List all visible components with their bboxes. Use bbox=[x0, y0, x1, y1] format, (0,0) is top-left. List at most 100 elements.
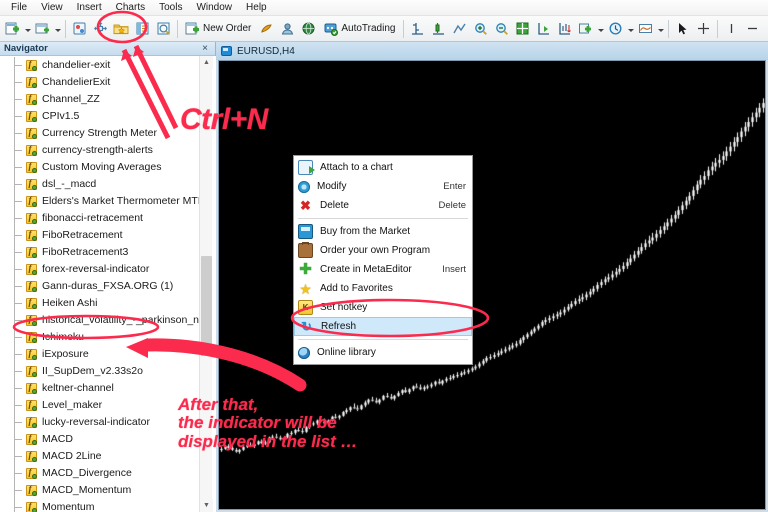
tree-elbow bbox=[14, 473, 22, 474]
auto-scroll-button[interactable] bbox=[554, 18, 575, 39]
navigator-item-momentum[interactable]: Momentum bbox=[0, 499, 200, 512]
navigator-item-ii-supdem-v2-33s2o[interactable]: II_SupDem_v2.33s2o bbox=[0, 363, 200, 380]
profiles-button[interactable] bbox=[32, 18, 53, 39]
menu-item-file[interactable]: File bbox=[4, 0, 34, 16]
menu-item-window[interactable]: Window bbox=[189, 0, 239, 16]
autotrading-button[interactable]: AutoTrading bbox=[319, 18, 400, 39]
navigator-item-macd-2line[interactable]: MACD 2Line bbox=[0, 448, 200, 465]
navigator-item-dsl-macd[interactable]: dsl_-_macd bbox=[0, 176, 200, 193]
navigator-item-label: currency-strength-alerts bbox=[42, 144, 153, 156]
vertical-line-button[interactable] bbox=[721, 18, 742, 39]
tree-line bbox=[14, 499, 15, 512]
data-window-button[interactable] bbox=[90, 18, 111, 39]
profiles-dropdown[interactable] bbox=[53, 18, 62, 39]
navigator-item-elders-s-market-thermometer-mtf[interactable]: Elders's Market Thermometer MTF bbox=[0, 193, 204, 210]
data-window-icon bbox=[93, 21, 107, 35]
navigator-scrollbar[interactable]: ▲ ▼ bbox=[199, 56, 213, 512]
menu-item-charts[interactable]: Charts bbox=[109, 0, 152, 16]
timeframes-button[interactable] bbox=[605, 18, 626, 39]
new-chart-dropdown[interactable] bbox=[23, 18, 32, 39]
templates-dropdown[interactable] bbox=[656, 18, 665, 39]
navigator-item-level-maker[interactable]: Level_maker bbox=[0, 397, 200, 414]
chart-titlebar[interactable]: EURUSD,H4 bbox=[216, 42, 768, 60]
navigator-item-historical-volatility-parkinson-nr[interactable]: historical_volatility_-_parkinson_nr bbox=[0, 312, 203, 329]
zoom-in-button[interactable] bbox=[470, 18, 491, 39]
indicators-dropdown[interactable] bbox=[596, 18, 605, 39]
context-menu-separator bbox=[298, 339, 468, 340]
navigator-item-label: MACD bbox=[42, 433, 73, 445]
navigator-item-forex-reversal-indicator[interactable]: forex-reversal-indicator bbox=[0, 261, 200, 278]
new-order-button[interactable]: New Order bbox=[181, 18, 256, 39]
bar-chart-button[interactable] bbox=[407, 18, 428, 39]
zoom-out-button[interactable] bbox=[491, 18, 512, 39]
context-menu-item-set-hotkey[interactable]: K Set hotkey bbox=[294, 298, 472, 317]
context-menu-item-order-your-own-program[interactable]: Order your own Program bbox=[294, 241, 472, 260]
context-menu-item-add-to-favorites[interactable]: ★ Add to Favorites bbox=[294, 279, 472, 298]
expert-advisors-button[interactable] bbox=[277, 18, 298, 39]
context-menu-item-refresh[interactable]: ↻ Refresh bbox=[294, 317, 472, 336]
navigator-button[interactable] bbox=[111, 18, 132, 39]
candlestick-chart-button[interactable] bbox=[428, 18, 449, 39]
mql5-community-button[interactable] bbox=[298, 18, 319, 39]
custom-indicator-icon bbox=[26, 365, 37, 377]
crosshair-button[interactable] bbox=[693, 18, 714, 39]
scroll-up-arrow[interactable]: ▲ bbox=[200, 56, 213, 69]
templates-button[interactable] bbox=[635, 18, 656, 39]
context-menu-item-delete[interactable]: ✖ Delete Delete bbox=[294, 196, 472, 215]
line-chart-button[interactable] bbox=[449, 18, 470, 39]
market-watch-button[interactable] bbox=[69, 18, 90, 39]
navigator-item-gann-duras-fxsa-org-1[interactable]: Gann-duras_FXSA.ORG (1) bbox=[0, 278, 200, 295]
close-icon[interactable]: × bbox=[199, 43, 211, 54]
navigator-item-fiboretracement3[interactable]: FiboRetracement3 bbox=[0, 244, 200, 261]
custom-indicator-icon bbox=[26, 212, 37, 224]
navigator-item-fibonacci-retracement[interactable]: fibonacci-retracement bbox=[0, 210, 200, 227]
navigator-item-custom-moving-averages[interactable]: Custom Moving Averages bbox=[0, 159, 200, 176]
navigator-item-currency-strength-meter[interactable]: Currency Strength Meter bbox=[0, 125, 200, 142]
new-chart-button[interactable] bbox=[2, 18, 23, 39]
tree-elbow bbox=[14, 167, 22, 168]
custom-indicator-icon bbox=[26, 161, 37, 173]
navigator-item-keltner-channel[interactable]: keltner-channel bbox=[0, 380, 200, 397]
scroll-down-arrow[interactable]: ▼ bbox=[200, 499, 213, 512]
navigator-item-chandelierexit[interactable]: ChandelierExit bbox=[0, 74, 200, 91]
new-chart-icon bbox=[5, 22, 19, 34]
navigator-item-label: historical_volatility_-_parkinson_nr bbox=[42, 314, 203, 326]
context-menu-item-create-in-metaeditor[interactable]: ✚ Create in MetaEditor Insert bbox=[294, 260, 472, 279]
metaeditor-button[interactable] bbox=[256, 18, 277, 39]
navigator-folder-icon bbox=[113, 24, 129, 34]
navigator-item-macd-divergence[interactable]: MACD_Divergence bbox=[0, 465, 200, 482]
context-menu-item-label: Modify bbox=[317, 181, 347, 192]
navigator-item-channel-zz[interactable]: Channel_ZZ bbox=[0, 91, 200, 108]
menu-item-insert[interactable]: Insert bbox=[70, 0, 109, 16]
navigator-item-fiboretracement[interactable]: FiboRetracement bbox=[0, 227, 200, 244]
strategy-tester-button[interactable] bbox=[153, 18, 174, 39]
navigator-item-macd[interactable]: MACD bbox=[0, 431, 200, 448]
terminal-button[interactable] bbox=[132, 18, 153, 39]
navigator-item-heiken-ashi[interactable]: Heiken Ashi bbox=[0, 295, 200, 312]
context-menu-item-attach-to-a-chart[interactable]: Attach to a chart bbox=[294, 158, 472, 177]
tile-windows-button[interactable] bbox=[512, 18, 533, 39]
navigator-item-macd-momentum[interactable]: MACD_Momentum bbox=[0, 482, 200, 499]
navigator-item-lucky-reversal-indicator[interactable]: lucky-reversal-indicator bbox=[0, 414, 200, 431]
navigator-titlebar: Navigator × bbox=[0, 42, 215, 56]
navigator-tree[interactable]: chandelier-exit ChandelierExit Channel_ZZ C… bbox=[0, 56, 216, 512]
navigator-item-currency-strength-alerts[interactable]: currency-strength-alerts bbox=[0, 142, 200, 159]
context-menu-item-online-library[interactable]: Online library bbox=[294, 343, 472, 362]
menu-item-view[interactable]: View bbox=[34, 0, 70, 16]
menu-item-tools[interactable]: Tools bbox=[152, 0, 189, 16]
horizontal-line-button[interactable] bbox=[742, 18, 763, 39]
custom-indicator-icon bbox=[26, 416, 37, 428]
context-menu-item-buy-from-the-market[interactable]: Buy from the Market bbox=[294, 222, 472, 241]
navigator-item-cpiv1-5[interactable]: CPIv1.5 bbox=[0, 108, 200, 125]
scrollbar-thumb[interactable] bbox=[201, 256, 212, 356]
navigator-item-ichimoku[interactable]: Ichimoku bbox=[0, 329, 200, 346]
navigator-context-menu[interactable]: Attach to a chart Modify Enter ✖ Delete Delet… bbox=[293, 155, 473, 365]
navigator-item-iexposure[interactable]: iExposure bbox=[0, 346, 200, 363]
indicators-button[interactable] bbox=[575, 18, 596, 39]
chart-shift-button[interactable] bbox=[533, 18, 554, 39]
context-menu-item-modify[interactable]: Modify Enter bbox=[294, 177, 472, 196]
timeframes-dropdown[interactable] bbox=[626, 18, 635, 39]
cursor-button[interactable] bbox=[672, 18, 693, 39]
navigator-item-chandelier-exit[interactable]: chandelier-exit bbox=[0, 57, 200, 74]
menu-item-help[interactable]: Help bbox=[239, 0, 274, 16]
